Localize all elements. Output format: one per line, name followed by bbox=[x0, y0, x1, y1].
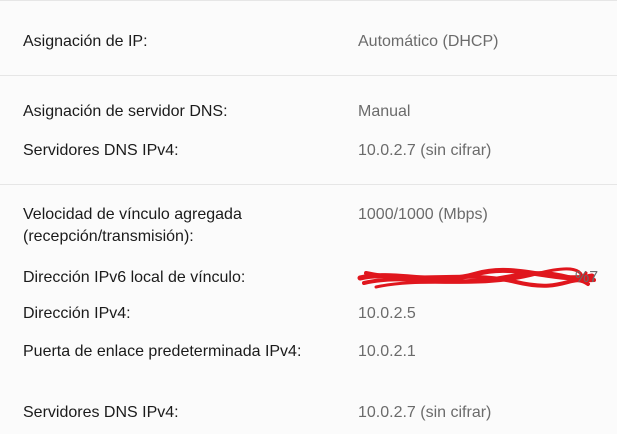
dns-servers-ipv4-value-b: 10.0.2.7 (sin cifrar) bbox=[358, 404, 492, 421]
dns-servers-ipv4-value-a: 10.0.2.7 (sin cifrar) bbox=[358, 142, 492, 159]
ipv4-address-value: 10.0.2.5 bbox=[358, 305, 416, 322]
dns-assignment-label: Asignación de servidor DNS: bbox=[23, 103, 228, 120]
ip-assignment-label: Asignación de IP: bbox=[23, 33, 148, 50]
dns-assignment-value: Manual bbox=[358, 103, 411, 120]
ipv6-link-local-label: Dirección IPv6 local de vínculo: bbox=[23, 269, 246, 286]
section-divider-1 bbox=[0, 75, 617, 76]
dns-servers-ipv4-label-a: Servidores DNS IPv4: bbox=[23, 142, 179, 159]
redaction-scribble bbox=[357, 267, 596, 289]
top-divider bbox=[0, 0, 617, 1]
link-speed-label: Velocidad de vínculo agregada (recepción… bbox=[23, 206, 242, 245]
section-divider-2 bbox=[0, 184, 617, 185]
dns-servers-ipv4-label-b: Servidores DNS IPv4: bbox=[23, 404, 179, 421]
ipv4-gateway-value: 10.0.2.1 bbox=[358, 343, 416, 360]
link-speed-value: 1000/1000 (Mbps) bbox=[358, 206, 488, 223]
ip-assignment-value: Automático (DHCP) bbox=[358, 33, 499, 50]
ipv6-link-local-value-tail: %7 bbox=[575, 269, 599, 286]
network-properties-panel: Asignación de IP: Automático (DHCP) Asig… bbox=[0, 0, 617, 434]
ipv4-gateway-label: Puerta de enlace predeterminada IPv4: bbox=[23, 343, 302, 360]
ipv4-address-label: Dirección IPv4: bbox=[23, 305, 131, 322]
